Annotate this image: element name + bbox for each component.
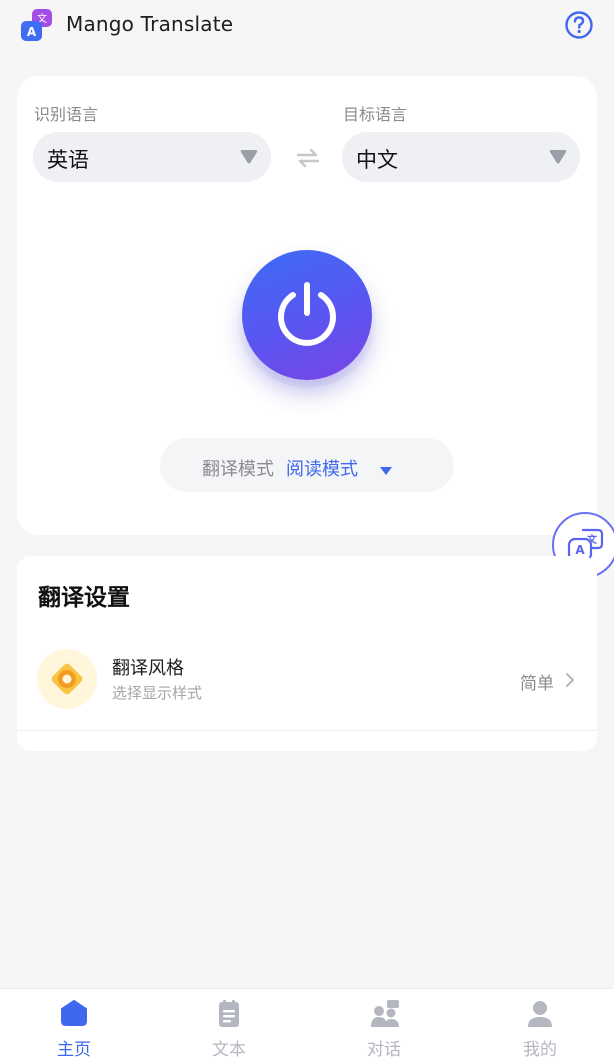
nav-item-conversation[interactable]: 对话	[324, 989, 444, 1059]
swap-arrows-icon[interactable]	[295, 147, 321, 169]
nav-item-profile[interactable]: 我的	[480, 989, 600, 1059]
translate-mode-label: 翻译模式	[202, 459, 274, 480]
translate-mode-selector[interactable]: 翻译模式 阅读模式	[160, 438, 454, 492]
bottom-nav: 主页 文本 对话 我的	[0, 988, 614, 1059]
source-language-value: 英语	[47, 148, 89, 172]
power-button[interactable]	[242, 250, 372, 380]
target-language-value: 中文	[356, 148, 398, 172]
nav-label: 文本	[212, 1040, 246, 1059]
caret-down-icon	[239, 149, 259, 165]
nav-label: 对话	[367, 1040, 401, 1059]
translate-mode-value: 阅读模式	[286, 459, 358, 480]
translate-settings-card: 翻译设置 翻译风格 选择显示样式 简单	[17, 556, 597, 751]
power-icon	[278, 282, 336, 346]
help-circle-icon[interactable]	[564, 10, 594, 40]
conversation-icon	[371, 1000, 399, 1027]
settings-row-translate-style[interactable]: 翻译风格 选择显示样式 简单	[17, 644, 597, 730]
source-language-label: 识别语言	[34, 105, 99, 124]
translate-style-desc: 选择显示样式	[112, 684, 203, 702]
caret-down-icon	[548, 149, 568, 165]
settings-title: 翻译设置	[38, 585, 130, 611]
translate-logo-icon: 文 A	[20, 8, 54, 42]
target-language-select[interactable]: 中文	[342, 132, 580, 182]
translate-style-value: 简单	[520, 674, 554, 694]
divider	[17, 730, 597, 731]
translate-card: 识别语言 目标语言 英语 中文 翻译模式 阅读模式	[17, 76, 597, 535]
svg-text:A: A	[27, 25, 37, 39]
document-icon	[219, 1000, 239, 1027]
home-icon	[61, 1000, 87, 1026]
svg-text:A: A	[575, 543, 585, 557]
caret-down-icon	[379, 461, 393, 475]
user-icon	[528, 1001, 552, 1027]
nav-label: 我的	[523, 1040, 557, 1059]
target-language-label: 目标语言	[343, 105, 408, 124]
nav-item-home[interactable]: 主页	[14, 989, 134, 1059]
chevron-right-icon	[565, 672, 575, 688]
app-header: 文 A Mango Translate	[0, 0, 614, 52]
style-target-icon	[37, 649, 97, 709]
source-language-select[interactable]: 英语	[33, 132, 271, 182]
translate-style-name: 翻译风格	[112, 658, 184, 679]
app-title: Mango Translate	[66, 12, 234, 36]
nav-item-text[interactable]: 文本	[169, 989, 289, 1059]
nav-label: 主页	[57, 1040, 91, 1059]
